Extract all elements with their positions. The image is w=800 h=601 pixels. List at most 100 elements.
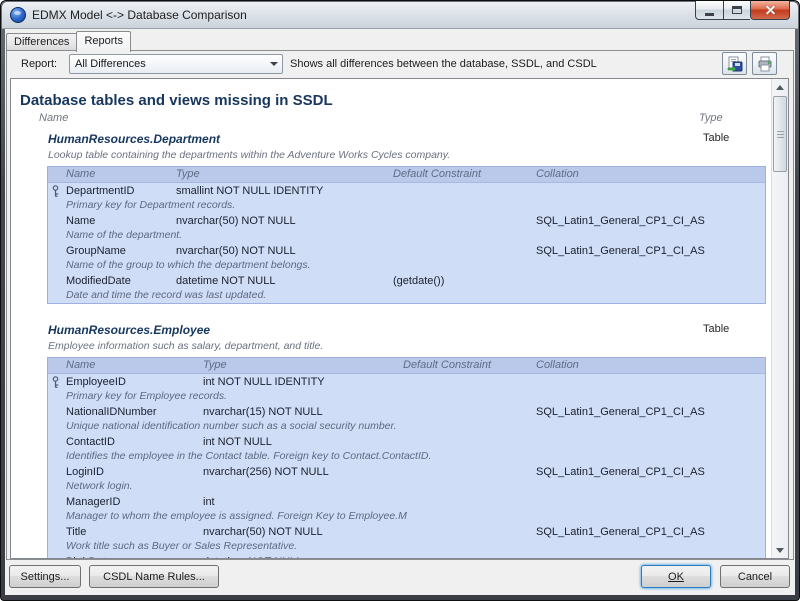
report-content: Database tables and views missing in SSD… xyxy=(11,79,771,558)
row-type: nvarchar(15) NOT NULL xyxy=(203,406,323,418)
row-default-constraint xyxy=(403,464,536,480)
column-header: Collation xyxy=(536,168,579,180)
column-header: Default Constraint xyxy=(403,359,492,371)
row-name: GroupName xyxy=(66,245,126,257)
tab-differences[interactable]: Differences xyxy=(6,33,77,51)
table-row: Title nvarchar(50) NOT NULL SQL_Latin1_G… xyxy=(48,524,765,540)
report-column-labels: Name Type xyxy=(11,112,771,127)
arrow-down-icon xyxy=(776,547,784,553)
row-name: EmployeeID xyxy=(66,376,126,388)
row-description: Unique national identification number su… xyxy=(66,420,397,432)
dialog-window: EDMX Model <-> Database Comparison Diffe… xyxy=(0,0,800,601)
row-collation xyxy=(536,434,765,450)
row-description: Manager to whom the employee is assigned… xyxy=(66,510,407,522)
row-type: nvarchar(256) NOT NULL xyxy=(203,466,329,478)
row-collation: SQL_Latin1_General_CP1_CI_AS xyxy=(536,406,705,418)
row-name: Name xyxy=(66,215,96,227)
section-header-department: HumanResources.Department Table xyxy=(11,132,771,148)
table-row: Name nvarchar(50) NOT NULL SQL_Latin1_Ge… xyxy=(48,213,765,229)
vertical-scrollbar[interactable] xyxy=(771,79,788,558)
row-default-constraint xyxy=(403,434,536,450)
row-default-constraint xyxy=(403,404,536,420)
row-name: BirthDate xyxy=(66,554,203,558)
row-name: LoginID xyxy=(66,466,104,478)
row-name: DepartmentID xyxy=(66,185,135,197)
print-report-button[interactable] xyxy=(752,52,777,75)
row-type: int NOT NULL IDENTITY xyxy=(203,376,325,388)
minimize-button[interactable] xyxy=(695,1,723,20)
table-row: DepartmentID smallint NOT NULL IDENTITY xyxy=(48,183,765,199)
column-header: Type xyxy=(176,168,200,180)
tab-reports[interactable]: Reports xyxy=(76,31,131,52)
scroll-up-button[interactable] xyxy=(772,79,788,95)
column-header: Collation xyxy=(536,359,579,371)
report-actions xyxy=(722,52,777,75)
name-column-label: Name xyxy=(39,112,69,124)
row-collation xyxy=(536,183,765,199)
report-dropdown-value: All Differences xyxy=(75,58,146,70)
scrollbar-thumb[interactable] xyxy=(773,96,787,172)
row-default-constraint xyxy=(403,554,536,558)
dialog-client-area: Differences Reports Report: All Differen… xyxy=(5,29,795,595)
row-type: nvarchar(50) NOT NULL xyxy=(203,526,323,538)
row-collation: SQL_Latin1_General_CP1_CI_AS xyxy=(536,215,705,227)
reports-tab-page: Report: All Differences Shows all differ… xyxy=(6,50,794,560)
table-header-row: Name Type Default Constraint Collation xyxy=(48,167,765,183)
table-row: NationalIDNumber nvarchar(15) NOT NULL S… xyxy=(48,404,765,420)
row-type: smallint NOT NULL IDENTITY xyxy=(176,185,324,197)
row-default-constraint: (getdate()) xyxy=(393,275,445,287)
column-header: Name xyxy=(66,168,96,180)
table-row: ContactID int NOT NULL xyxy=(48,434,765,450)
row-description: Name of the department. xyxy=(66,229,183,241)
tab-strip: Differences Reports xyxy=(6,31,131,52)
table-header-row: Name Type Default Constraint Collation xyxy=(48,358,765,374)
row-collation xyxy=(536,374,765,390)
type-column-label: Type xyxy=(699,112,723,124)
table-row: ManagerID int xyxy=(48,494,765,510)
title-bar: EDMX Model <-> Database Comparison xyxy=(2,2,798,29)
close-icon xyxy=(765,5,776,16)
employee-table: Name Type Default Constraint Collation E… xyxy=(47,357,766,558)
ok-button[interactable]: OK xyxy=(641,565,711,588)
row-description: Primary key for Employee records. xyxy=(66,390,228,402)
row-default-constraint xyxy=(393,213,536,229)
table-row: ModifiedDate datetime NOT NULL (getdate(… xyxy=(48,273,765,289)
settings-button[interactable]: Settings... xyxy=(9,565,81,588)
section-header-employee: HumanResources.Employee Table xyxy=(11,323,771,339)
save-report-icon xyxy=(727,56,742,72)
close-button[interactable] xyxy=(750,1,790,20)
arrow-up-icon xyxy=(776,84,784,90)
row-default-constraint xyxy=(403,374,536,390)
table-row: GroupName nvarchar(50) NOT NULL SQL_Lati… xyxy=(48,243,765,259)
row-collation: SQL_Latin1_General_CP1_CI_AS xyxy=(536,466,705,478)
row-type: int xyxy=(203,496,215,508)
row-type: datetime NOT NULL xyxy=(176,275,276,287)
scroll-down-button[interactable] xyxy=(772,542,788,558)
section-description: Employee information such as salary, dep… xyxy=(48,340,324,352)
row-description: Date and time the record was last update… xyxy=(66,289,267,301)
table-row: BirthDate datetime NOT NULL xyxy=(48,554,765,558)
row-collation: SQL_Latin1_General_CP1_CI_AS xyxy=(536,526,705,538)
row-collation: SQL_Latin1_General_CP1_CI_AS xyxy=(536,245,705,257)
window-controls xyxy=(695,1,790,20)
department-table: Name Type Default Constraint Collation D… xyxy=(47,166,766,304)
row-type: int NOT NULL xyxy=(203,436,272,448)
table-row: EmployeeID int NOT NULL IDENTITY xyxy=(48,374,765,390)
row-name: Title xyxy=(66,526,87,538)
primary-key-icon xyxy=(48,183,66,199)
maximize-button[interactable] xyxy=(723,1,750,20)
cancel-button[interactable]: Cancel xyxy=(720,565,790,588)
report-dropdown[interactable]: All Differences xyxy=(69,54,283,74)
section-type: Table xyxy=(703,132,730,144)
row-collation xyxy=(536,494,765,510)
row-name: ContactID xyxy=(66,436,115,448)
column-header: Name xyxy=(66,359,96,371)
save-report-button[interactable] xyxy=(722,52,747,75)
row-name: ManagerID xyxy=(66,496,121,508)
section-description: Lookup table containing the departments … xyxy=(48,149,451,161)
column-header: Type xyxy=(203,359,227,371)
csdl-name-rules-button[interactable]: CSDL Name Rules... xyxy=(89,565,219,588)
report-description: Shows all differences between the databa… xyxy=(290,58,597,70)
report-toolbar: Report: All Differences Shows all differ… xyxy=(7,51,793,78)
row-default-constraint xyxy=(403,494,536,510)
